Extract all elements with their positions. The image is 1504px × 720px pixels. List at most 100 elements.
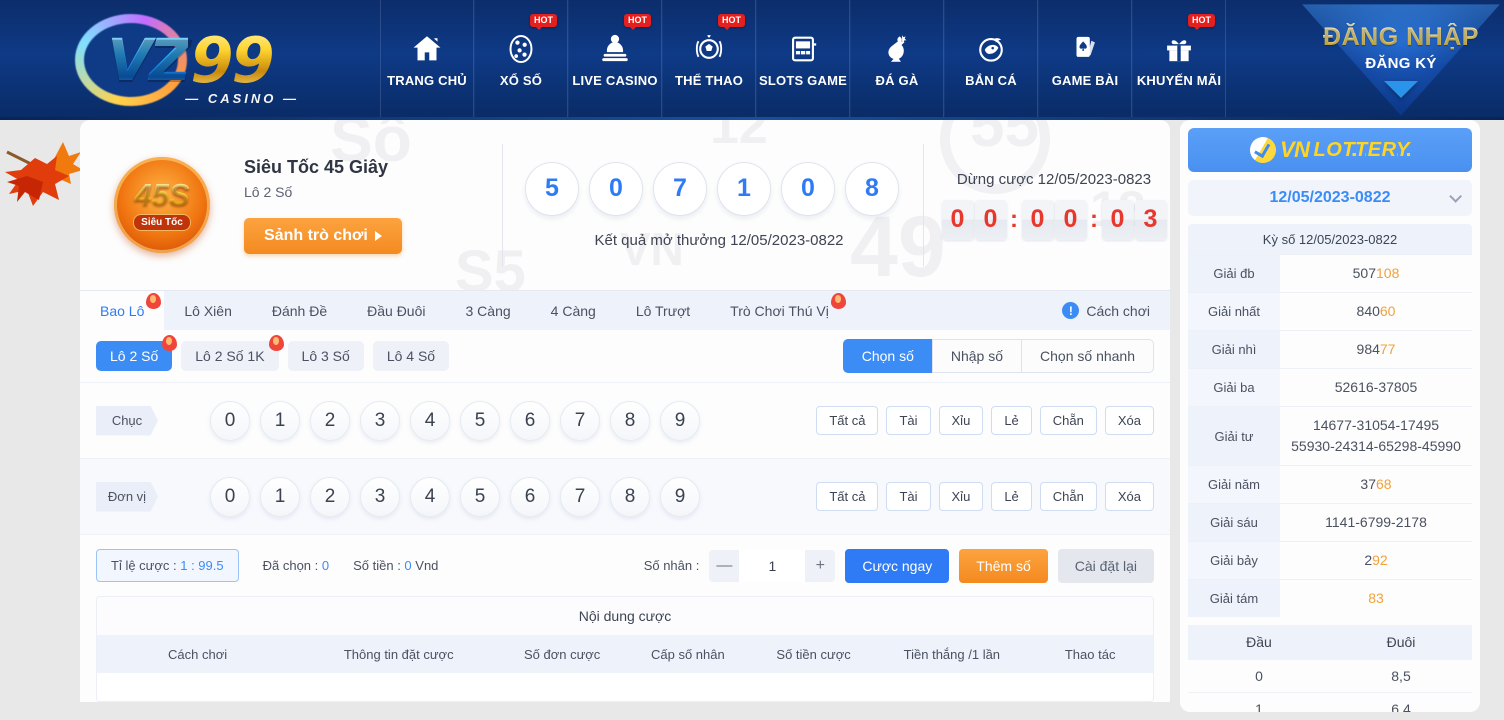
mode-chon-so[interactable]: Chọn số [842, 339, 932, 373]
period-selector[interactable]: 12/05/2023-0822 [1188, 180, 1472, 216]
multiplier-input[interactable] [739, 549, 806, 582]
amount-value: 0 [404, 558, 412, 573]
number-button[interactable]: 0 [210, 400, 250, 441]
nav-item-ban-ca[interactable]: BẮN CÁ [944, 0, 1038, 120]
tab-dau-duoi[interactable]: Đầu Đuôi [347, 291, 445, 330]
quick-tai[interactable]: Tài [886, 482, 931, 511]
hot-badge: HOT [530, 14, 557, 31]
nav-item-da-ga[interactable]: ĐÁ GÀ [850, 0, 944, 120]
tab-danh-de[interactable]: Đánh Đề [252, 291, 347, 330]
hot-badge: HOT [718, 14, 745, 31]
number-button[interactable]: 6 [510, 400, 550, 441]
prize-value: 840 60 [1280, 293, 1472, 330]
period-value: 12/05/2023-0822 [1269, 189, 1391, 206]
number-button[interactable]: 2 [310, 400, 350, 441]
nav-item-trang-chu[interactable]: TRANG CHỦ [380, 0, 474, 120]
prize-tail: 68 [1376, 476, 1392, 492]
chip-label: Lô 3 Số [301, 348, 350, 364]
quick-chan[interactable]: Chẵn [1039, 482, 1097, 511]
arrow-right-icon [374, 230, 382, 241]
quick-xoa[interactable]: Xóa [1104, 406, 1154, 435]
game-lobby-button[interactable]: Sảnh trò chơi [244, 217, 402, 254]
tab-label: 3 Càng [465, 302, 511, 319]
number-button[interactable]: 2 [310, 476, 350, 517]
number-button[interactable]: 5 [460, 476, 500, 517]
nav-item-live-casino[interactable]: HOT LIVE CASINO [568, 0, 662, 120]
number-button[interactable]: 8 [610, 476, 650, 517]
site-logo[interactable]: VZ 99 — CASINO — [0, 0, 380, 120]
chip-lo-3-so[interactable]: Lô 3 Số [287, 341, 364, 371]
quick-tat-ca[interactable]: Tất cả [816, 406, 879, 435]
game-meta: Siêu Tốc 45 Giây Lô 2 Số Sảnh trò chơi [244, 157, 474, 254]
mode-nhap-so[interactable]: Nhập số [931, 339, 1022, 373]
quick-tat-ca[interactable]: Tất cả [816, 482, 879, 511]
quick-xoa[interactable]: Xóa [1104, 482, 1154, 511]
how-to-play-link[interactable]: ! Cách chơi [1062, 291, 1170, 330]
tab-3-cang[interactable]: 3 Càng [446, 291, 531, 330]
number-button[interactable]: 9 [660, 476, 700, 517]
register-label: ĐĂNG KÝ [1365, 54, 1437, 72]
tab-tro-choi-thu-vi[interactable]: Trò Chơi Thú Vị [710, 291, 849, 330]
reset-button[interactable]: Cài đặt lại [1057, 548, 1154, 583]
tab-bao-lo[interactable]: Bao Lô [80, 291, 165, 330]
number-button[interactable]: 5 [460, 400, 500, 441]
tab-lo-truot[interactable]: Lô Trượt [616, 291, 710, 330]
login-register-button[interactable]: ĐĂNG NHẬP ĐĂNG KÝ [1298, 2, 1504, 118]
input-mode-segmented: Chọn số Nhập số Chọn số nhanh [842, 339, 1154, 373]
number-button[interactable]: 8 [610, 400, 650, 441]
prize-value: 14677-31054-17495 55930-24314-65298-4599… [1280, 407, 1472, 465]
number-button[interactable]: 1 [260, 400, 300, 441]
selected-label: Đã chọn : [262, 558, 322, 573]
cockfight-icon [888, 35, 907, 62]
prize-label: Giải năm [1188, 466, 1280, 503]
quick-tai[interactable]: Tài [886, 406, 931, 435]
chip-lo-4-so[interactable]: Lô 4 Số [372, 341, 450, 371]
chip-label: Lô 4 Số [386, 348, 436, 364]
dau-value: 1 [1255, 701, 1263, 712]
number-button[interactable]: 0 [210, 476, 250, 517]
mode-chon-so-nhanh[interactable]: Chọn số nhanh [1021, 339, 1154, 373]
quick-chan[interactable]: Chẵn [1039, 406, 1097, 435]
nav-item-khuyen-mai[interactable]: HOT KHUYẾN MÃI [1132, 0, 1226, 120]
chip-lo-2-so-1k[interactable]: Lô 2 Số 1K [181, 335, 284, 371]
number-button[interactable]: 3 [360, 400, 400, 441]
quick-le[interactable]: Lẻ [991, 482, 1032, 511]
number-button[interactable]: 4 [410, 476, 450, 517]
number-button[interactable]: 6 [510, 476, 550, 517]
chevron-down-icon [1449, 189, 1462, 203]
add-number-button[interactable]: Thêm số [959, 548, 1048, 583]
prize-value: 52616-37805 [1280, 369, 1472, 406]
vnlottery-logo-icon [1247, 134, 1279, 166]
nav-item-xo-so[interactable]: HOT XỔ SỐ [474, 0, 568, 120]
bet-now-button[interactable]: Cược ngay [845, 548, 950, 583]
chip-lo-2-so[interactable]: Lô 2 Số [96, 335, 178, 371]
prize-row: Giải tư 14677-31054-17495 55930-24314-65… [1188, 406, 1472, 465]
nav-item-slots-game[interactable]: SLOTS GAME [756, 0, 850, 120]
number-button[interactable]: 4 [410, 400, 450, 441]
row-tag: Đơn vị [96, 481, 158, 512]
bet-content-table: Nội dung cược Cách chơi Thông tin đặt cư… [96, 596, 1154, 702]
multiplier-increment-button[interactable]: + [805, 550, 835, 582]
number-button[interactable]: 7 [560, 400, 600, 441]
prize-tail: 108 [1376, 265, 1400, 281]
selected-count: Đã chọn : 0 [263, 558, 330, 573]
quick-le[interactable]: Lẻ [991, 406, 1032, 435]
multiplier-decrement-button[interactable]: — [709, 550, 739, 582]
prize-tail: 60 [1379, 303, 1396, 319]
watermark-text: 55 [970, 120, 1039, 160]
result-ball: 0 [781, 161, 835, 216]
tab-lo-xien[interactable]: Lô Xiên [164, 291, 251, 330]
countdown-digit: 0 [1021, 199, 1054, 240]
prize-tail: 83 [1368, 590, 1384, 606]
tab-4-cang[interactable]: 4 Càng [531, 291, 616, 330]
nav-item-game-bai[interactable]: GAME BÀI [1038, 0, 1132, 120]
number-button[interactable]: 9 [660, 400, 700, 441]
quick-select-buttons: Tất cả Tài Xỉu Lẻ Chẵn Xóa [816, 482, 1154, 511]
number-button[interactable]: 1 [260, 476, 300, 517]
number-button[interactable]: 7 [560, 476, 600, 517]
quick-xiu[interactable]: Xỉu [938, 482, 984, 511]
number-button[interactable]: 3 [360, 476, 400, 517]
quick-xiu[interactable]: Xỉu [938, 406, 984, 435]
nav-item-the-thao[interactable]: HOT THỂ THAO [662, 0, 756, 120]
nav-label: XỔ SỐ [499, 73, 543, 88]
